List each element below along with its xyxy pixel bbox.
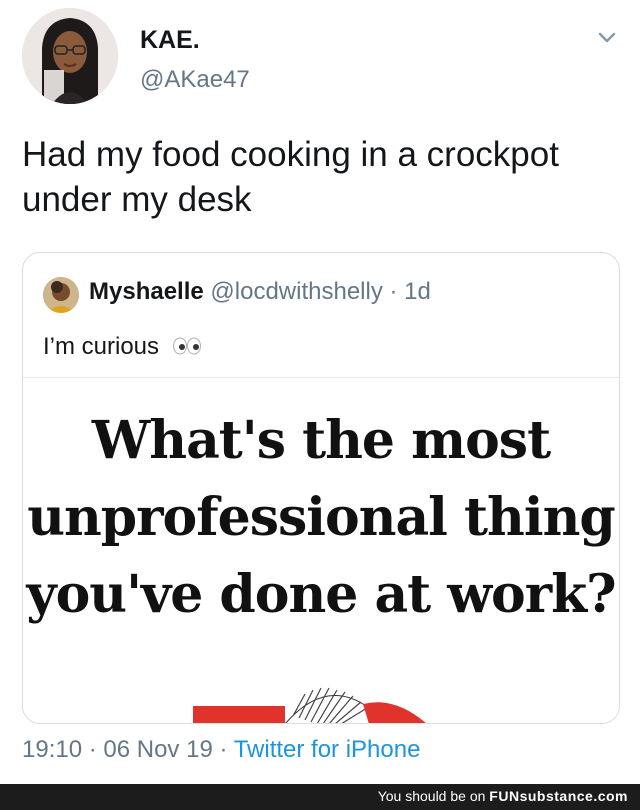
quoted-author-avatar[interactable] xyxy=(43,277,79,313)
quoted-author-name[interactable]: Myshaelle xyxy=(89,278,204,305)
tweet-source-link[interactable]: Twitter for iPhone xyxy=(234,736,421,763)
eyes-emoji-icon xyxy=(172,334,202,362)
author-handle[interactable]: @AKae47 xyxy=(140,66,250,94)
quoted-author-handle[interactable]: @locdwithshelly xyxy=(210,278,382,305)
tweet-text: Had my food cooking in a crockpot under … xyxy=(22,135,559,219)
media-graphic-partial xyxy=(193,687,426,723)
quoted-tweet-text-row: I’m curious xyxy=(43,333,202,362)
watermark-brand[interactable]: FUNsubstance.com xyxy=(489,788,628,804)
author-display-name[interactable]: KAE. xyxy=(140,26,200,55)
watermark-text: You should be on FUNsubstance.com xyxy=(378,788,628,804)
tweet-timestamp: 19:10 · 06 Nov 19 · Twitter for iPhone xyxy=(22,736,420,764)
author-avatar-image xyxy=(22,8,118,104)
author-avatar[interactable] xyxy=(22,8,118,104)
watermark-prefix: You should be on xyxy=(377,788,490,804)
tweet-time-date: 19:10 · 06 Nov 19 · xyxy=(22,736,234,763)
quoted-tweet-text: I’m curious xyxy=(43,333,160,360)
watermark-footer: You should be on FUNsubstance.com xyxy=(0,784,640,810)
media-image-text: What's the most unprofessional thing you… xyxy=(26,410,616,625)
quoted-tweet-header: Myshaelle @locdwithshelly · 1d xyxy=(89,277,431,307)
chevron-down-icon[interactable] xyxy=(596,26,618,48)
quoted-tweet-age: · 1d xyxy=(389,278,431,305)
quoted-tweet-media[interactable]: What's the most unprofessional thing you… xyxy=(23,377,619,723)
quoted-tweet-card[interactable]: Myshaelle @locdwithshelly · 1d I’m curio… xyxy=(22,252,620,724)
